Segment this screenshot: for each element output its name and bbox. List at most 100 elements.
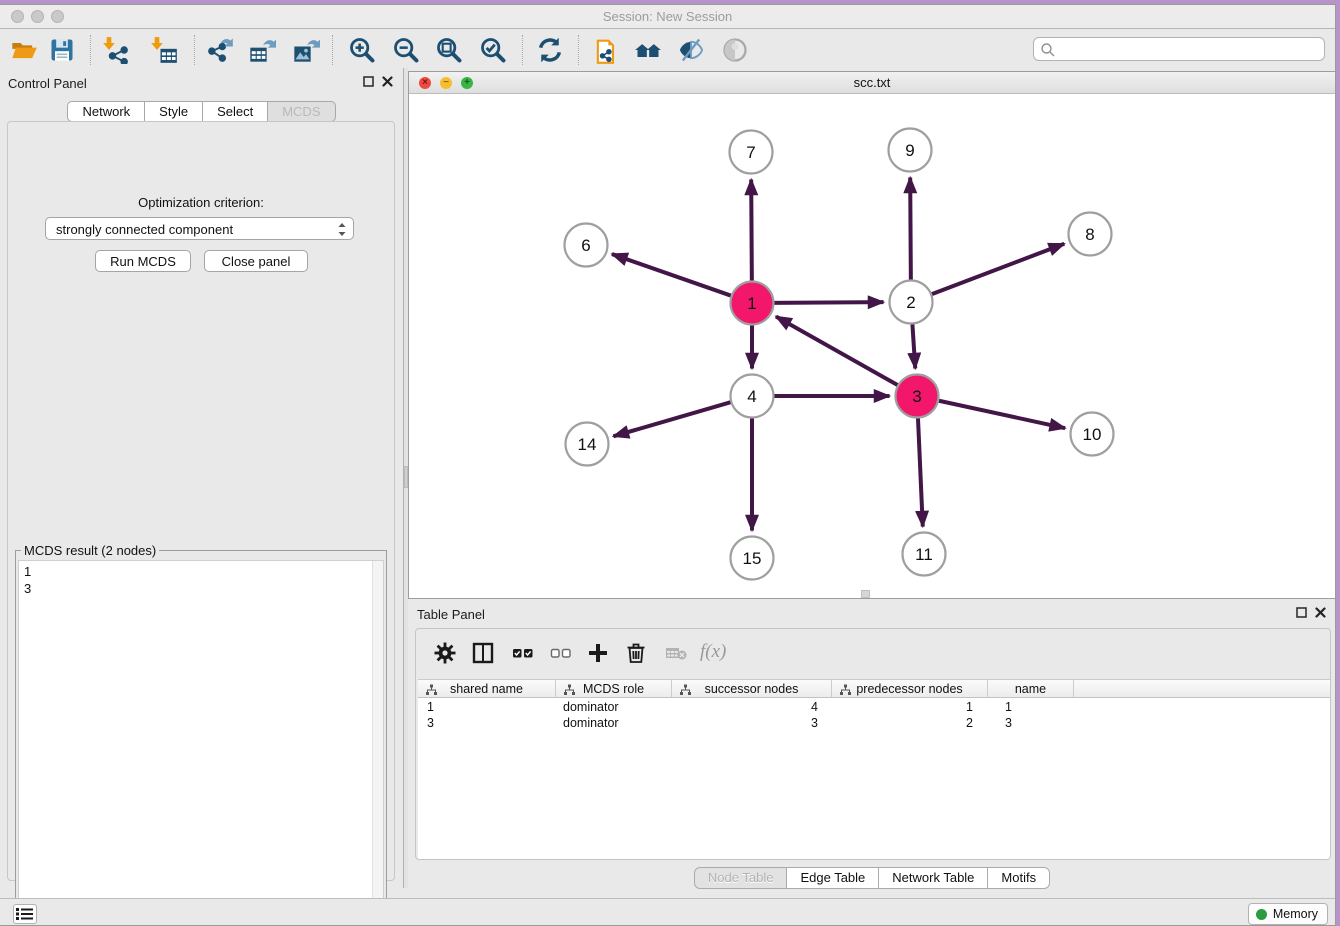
- zoom-selected-icon[interactable]: [479, 36, 507, 64]
- tab-motifs[interactable]: Motifs: [988, 867, 1050, 889]
- table-cell[interactable]: 3: [418, 716, 556, 732]
- close-panel-icon[interactable]: [382, 76, 393, 87]
- deselect-all-columns-icon[interactable]: [549, 641, 573, 665]
- import-table-icon[interactable]: [150, 36, 178, 64]
- node-15[interactable]: 15: [731, 537, 774, 580]
- search-field[interactable]: [1033, 37, 1325, 61]
- float-table-panel-icon[interactable]: [1296, 607, 1307, 618]
- node-7[interactable]: 7: [730, 131, 773, 174]
- close-table-panel-icon[interactable]: [1315, 607, 1326, 618]
- tab-select[interactable]: Select: [203, 101, 268, 122]
- node-14[interactable]: 14: [566, 423, 609, 466]
- svg-text:10: 10: [1083, 425, 1102, 444]
- select-all-columns-icon[interactable]: [511, 641, 535, 665]
- float-panel-icon[interactable]: [363, 76, 374, 87]
- add-column-icon[interactable]: [586, 641, 610, 665]
- column-header-mcds-role[interactable]: MCDS role: [556, 680, 672, 697]
- edge-4-14[interactable]: [613, 401, 733, 436]
- node-10[interactable]: 10: [1071, 413, 1114, 456]
- table-cell[interactable]: 1: [418, 700, 556, 716]
- edge-3-10[interactable]: [936, 400, 1065, 428]
- export-image-icon[interactable]: [292, 36, 320, 64]
- status-bar: Memory: [0, 898, 1335, 926]
- node-4[interactable]: 4: [731, 375, 774, 418]
- zoom-fit-icon[interactable]: [435, 36, 463, 64]
- column-header-predecessor-nodes[interactable]: predecessor nodes: [832, 680, 988, 697]
- attribute-icon: [839, 684, 852, 696]
- edge-1-6[interactable]: [612, 254, 734, 296]
- control-panel: Control Panel Network Style Select MCDS …: [0, 68, 403, 888]
- delete-table-icon[interactable]: [664, 641, 688, 665]
- tab-mcds[interactable]: MCDS: [268, 101, 335, 122]
- mcds-result-group: MCDS result (2 nodes) 13: [15, 550, 387, 926]
- table-cell[interactable]: 2: [832, 716, 988, 732]
- network-window-titlebar[interactable]: × − + scc.txt: [409, 72, 1335, 94]
- edge-2-9[interactable]: [910, 177, 911, 282]
- network-view-window: × − + scc.txt 7 9 6 8 1 2 4 3 14 10 15 11: [408, 71, 1336, 599]
- apply-layout-icon[interactable]: [536, 36, 564, 64]
- edge-2-8[interactable]: [929, 244, 1064, 295]
- settings-gear-icon[interactable]: [433, 641, 457, 665]
- table-cell[interactable]: dominator: [556, 716, 672, 732]
- optimization-criterion-label: Optimization criterion:: [8, 195, 394, 210]
- table-cell[interactable]: dominator: [556, 700, 672, 716]
- criterion-select[interactable]: strongly connected component: [45, 217, 354, 240]
- column-layout-icon[interactable]: [471, 641, 495, 665]
- table-cell[interactable]: 3: [988, 716, 1074, 732]
- tab-style[interactable]: Style: [145, 101, 203, 122]
- hide-selected-icon[interactable]: [677, 36, 705, 64]
- column-header-shared-name[interactable]: shared name: [418, 680, 556, 697]
- svg-text:15: 15: [743, 549, 762, 568]
- zoom-in-icon[interactable]: [348, 36, 376, 64]
- node-8[interactable]: 8: [1069, 213, 1112, 256]
- node-6[interactable]: 6: [565, 224, 608, 267]
- first-neighbors-icon[interactable]: [634, 36, 662, 64]
- open-session-icon[interactable]: [10, 36, 38, 64]
- zoom-out-icon[interactable]: [392, 36, 420, 64]
- edge-1-2[interactable]: [771, 302, 883, 303]
- clone-network-icon[interactable]: [592, 36, 620, 64]
- table-row[interactable]: 1dominator411: [418, 700, 1330, 716]
- tab-node-table[interactable]: Node Table: [694, 867, 788, 889]
- scrollbar-track[interactable]: [372, 561, 383, 926]
- table-cell[interactable]: 4: [672, 700, 832, 716]
- run-mcds-button[interactable]: Run MCDS: [95, 250, 191, 272]
- import-network-icon[interactable]: [102, 36, 130, 64]
- table-cell[interactable]: 3: [672, 716, 832, 732]
- tab-edge-table[interactable]: Edge Table: [787, 867, 879, 889]
- node-1[interactable]: 1: [731, 282, 774, 325]
- edge-3-11[interactable]: [918, 415, 923, 526]
- export-network-icon[interactable]: [206, 36, 234, 64]
- export-table-icon[interactable]: [248, 36, 276, 64]
- search-icon: [1040, 42, 1056, 58]
- task-history-button[interactable]: [13, 904, 37, 924]
- tab-network[interactable]: Network: [67, 101, 145, 122]
- memory-status-icon: [1256, 909, 1267, 920]
- tab-network-table[interactable]: Network Table: [879, 867, 988, 889]
- close-panel-button[interactable]: Close panel: [204, 250, 308, 272]
- table-cell[interactable]: 1: [988, 700, 1074, 716]
- canvas-resize-handle[interactable]: [861, 590, 870, 598]
- network-canvas[interactable]: 7 9 6 8 1 2 4 3 14 10 15 11: [409, 94, 1335, 598]
- function-builder-icon[interactable]: f(x): [700, 641, 734, 665]
- edge-1-7[interactable]: [751, 179, 752, 283]
- search-input[interactable]: [1060, 40, 1315, 58]
- mcds-result-line: 1: [24, 563, 383, 580]
- node-3[interactable]: 3: [896, 375, 939, 418]
- save-session-icon[interactable]: [48, 36, 76, 64]
- svg-text:3: 3: [912, 387, 921, 406]
- mcds-result-text[interactable]: 13: [18, 560, 384, 926]
- delete-column-icon[interactable]: [624, 641, 648, 665]
- svg-text:1: 1: [747, 294, 756, 313]
- column-header-successor-nodes[interactable]: successor nodes: [672, 680, 832, 697]
- edge-3-1[interactable]: [776, 317, 900, 387]
- column-header-name[interactable]: name: [988, 680, 1074, 697]
- node-2[interactable]: 2: [890, 281, 933, 324]
- node-11[interactable]: 11: [903, 533, 946, 576]
- show-all-icon[interactable]: [721, 36, 749, 64]
- memory-button[interactable]: Memory: [1248, 903, 1328, 925]
- node-9[interactable]: 9: [889, 129, 932, 172]
- edge-2-3[interactable]: [912, 321, 915, 368]
- table-row[interactable]: 3dominator323: [418, 716, 1330, 732]
- table-cell[interactable]: 1: [832, 700, 988, 716]
